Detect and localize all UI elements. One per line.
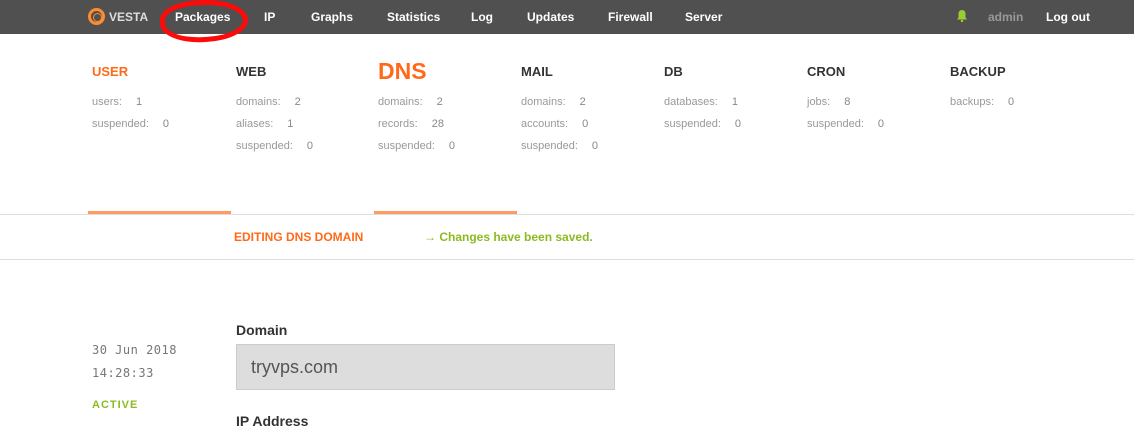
stat-title: WEB [236, 64, 267, 79]
success-message: → Changes have been saved. [424, 230, 593, 244]
stat-row: domains: 2 [378, 96, 443, 108]
divider [0, 259, 1134, 260]
divider [0, 214, 1134, 215]
stat-web[interactable]: WEB domains: 2 aliases: 1 suspended: 0 [236, 64, 313, 158]
nav-log[interactable]: Log [471, 10, 493, 24]
domain-label: Domain [236, 322, 288, 338]
top-nav-bar: VESTA Packages IP Graphs Statistics Log … [0, 0, 1134, 34]
stat-title: DNS [378, 58, 427, 84]
page-title: EDITING DNS DOMAIN [234, 230, 364, 244]
stat-row: suspended: 0 [378, 140, 456, 152]
stat-row: databases: 1 [664, 96, 738, 108]
stat-row: suspended: 0 [521, 140, 599, 152]
stat-row: jobs: 8 [807, 96, 851, 108]
logout-link[interactable]: Log out [1046, 10, 1090, 24]
stat-row: domains: 2 [236, 96, 301, 108]
stat-row: suspended: 0 [92, 118, 170, 130]
stat-dns[interactable]: DNS domains: 2 records: 28 suspended: 0 [378, 58, 456, 158]
nav-server[interactable]: Server [685, 10, 722, 24]
stat-row: backups: 0 [950, 96, 1015, 108]
stat-row: suspended: 0 [236, 140, 314, 152]
stat-row: suspended: 0 [807, 118, 885, 130]
bell-icon[interactable] [957, 10, 967, 22]
vesta-logo-icon [88, 8, 105, 25]
nav-firewall[interactable]: Firewall [608, 10, 653, 24]
stat-title: DB [664, 64, 683, 79]
user-name[interactable]: admin [988, 10, 1023, 24]
created-time: 14:28:33 [92, 366, 154, 380]
stat-title: BACKUP [950, 64, 1006, 79]
stat-title: MAIL [521, 64, 553, 79]
stat-user[interactable]: USER users: 1 suspended: 0 [92, 64, 169, 136]
nav-ip[interactable]: IP [264, 10, 275, 24]
stat-title: CRON [807, 64, 846, 79]
stat-backup[interactable]: BACKUP backups: 0 [950, 64, 1014, 114]
stat-row: users: 1 [92, 96, 143, 108]
stat-cron[interactable]: CRON jobs: 8 suspended: 0 [807, 64, 884, 136]
nav-statistics[interactable]: Statistics [387, 10, 440, 24]
status-badge: ACTIVE [92, 399, 139, 411]
stat-title: USER [92, 64, 129, 79]
domain-input[interactable]: tryvps.com [236, 344, 615, 390]
vesta-logo[interactable]: VESTA [88, 8, 148, 25]
stat-db[interactable]: DB databases: 1 suspended: 0 [664, 64, 741, 136]
stat-row: accounts: 0 [521, 118, 589, 130]
nav-packages[interactable]: Packages [175, 10, 230, 24]
created-date: 30 Jun 2018 [92, 343, 177, 357]
logo-text: VESTA [109, 9, 149, 24]
stat-row: suspended: 0 [664, 118, 742, 130]
stat-row: domains: 2 [521, 96, 586, 108]
nav-updates[interactable]: Updates [527, 10, 574, 24]
nav-graphs[interactable]: Graphs [311, 10, 353, 24]
ip-address-label: IP Address [236, 413, 309, 429]
stat-row: records: 28 [378, 118, 444, 130]
stat-mail[interactable]: MAIL domains: 2 accounts: 0 suspended: 0 [521, 64, 598, 158]
stat-row: aliases: 1 [236, 118, 294, 130]
